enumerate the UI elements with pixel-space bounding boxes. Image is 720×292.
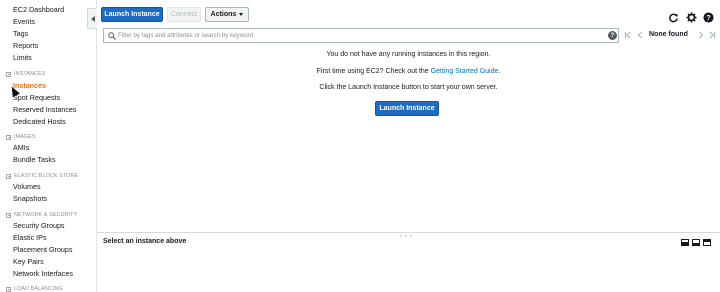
getting-started-guide-link[interactable]: Getting Started Guide — [431, 68, 499, 75]
launch-instance-center-button[interactable]: Launch Instance — [375, 101, 439, 116]
sidebar-item-volumes[interactable]: Volumes — [13, 182, 41, 191]
sidebar-section-instances[interactable]: INSTANCES — [6, 71, 45, 77]
collapse-icon — [6, 212, 11, 218]
sidebar-item-bundle-tasks[interactable]: Bundle Tasks — [13, 155, 56, 164]
sidebar-item-dedicated-hosts[interactable]: Dedicated Hosts — [13, 117, 66, 126]
sidebar-section-ebs[interactable]: ELASTIC BLOCK STORE — [6, 173, 78, 179]
chevron-left-icon — [90, 15, 95, 22]
sidebar-item-reserved-instances[interactable]: Reserved Instances — [13, 105, 77, 114]
svg-text:?: ? — [706, 13, 711, 22]
previous-page-icon[interactable] — [636, 31, 644, 39]
layout-top-pane-icon[interactable] — [703, 239, 711, 246]
help-icon[interactable]: ? — [703, 12, 714, 23]
toolbar: Launch Instance Connect Actions ? — [97, 0, 720, 28]
section-title: ELASTIC BLOCK STORE — [14, 173, 79, 179]
filter-help-icon[interactable]: ? — [608, 31, 617, 40]
filter-bar: ? None found — [103, 28, 720, 43]
sidebar-item-limits[interactable]: Limits — [13, 53, 32, 62]
connect-button[interactable]: Connect — [167, 7, 201, 22]
next-page-icon[interactable] — [697, 31, 705, 39]
sidebar-item-events[interactable]: Events — [13, 17, 35, 26]
section-title: IMAGES — [14, 134, 36, 140]
search-icon — [108, 32, 116, 40]
last-page-icon[interactable] — [708, 31, 716, 39]
layout-split-pane-icon[interactable] — [692, 239, 700, 246]
sidebar-item-ec2-dashboard[interactable]: EC2 Dashboard — [13, 5, 64, 14]
collapse-icon — [6, 71, 11, 77]
gear-icon[interactable] — [686, 12, 697, 23]
sidebar-item-placement-groups[interactable]: Placement Groups — [13, 245, 73, 254]
actions-dropdown[interactable]: Actions — [205, 7, 249, 22]
getting-started-message: First time using EC2? Check out the Gett… — [97, 68, 720, 75]
getting-started-prefix: First time using EC2? Check out the — [316, 68, 429, 75]
sidebar-item-key-pairs[interactable]: Key Pairs — [13, 257, 44, 266]
launch-hint-message: Click the Launch Instance button to star… — [319, 84, 498, 91]
getting-started-suffix: . — [498, 68, 501, 75]
layout-bottom-pane-icon[interactable] — [681, 239, 689, 246]
sidebar-nav: EC2 Dashboard Events Tags Reports Limits… — [0, 0, 97, 292]
sidebar-section-load-balancing[interactable]: LOAD BALANCING — [6, 286, 63, 292]
sidebar-item-amis[interactable]: AMIs — [13, 143, 29, 152]
section-title: NETWORK & SECURITY — [14, 212, 78, 218]
search-field: ? — [103, 28, 619, 43]
collapse-icon — [6, 286, 11, 292]
collapse-icon — [6, 134, 11, 140]
details-pane-title: Select an instance above — [103, 238, 187, 245]
sidebar-item-spot-requests[interactable]: Spot Requests — [13, 93, 60, 102]
collapse-icon — [6, 173, 11, 179]
caret-down-icon — [239, 13, 244, 16]
sidebar-item-tags[interactable]: Tags — [13, 29, 28, 38]
section-title: LOAD BALANCING — [14, 286, 63, 292]
actions-label: Actions — [210, 11, 237, 18]
sidebar-item-security-groups[interactable]: Security Groups — [13, 221, 65, 230]
sidebar-collapse-button[interactable] — [87, 8, 97, 29]
ec2-console: EC2 Dashboard Events Tags Reports Limits… — [0, 0, 720, 292]
sidebar-item-snapshots[interactable]: Snapshots — [13, 194, 47, 203]
first-page-icon[interactable] — [624, 31, 632, 39]
refresh-icon[interactable] — [668, 12, 679, 23]
sidebar-section-images[interactable]: IMAGES — [6, 134, 36, 140]
sidebar-item-instances[interactable]: Instances — [13, 81, 46, 90]
launch-instance-button[interactable]: Launch Instance — [101, 7, 163, 22]
sidebar-item-reports[interactable]: Reports — [13, 41, 38, 50]
split-divider[interactable] — [97, 232, 720, 233]
sidebar-item-elastic-ips[interactable]: Elastic IPs — [13, 233, 47, 242]
pager-status: None found — [649, 31, 688, 38]
sidebar-item-network-interfaces[interactable]: Network Interfaces — [13, 269, 73, 278]
sidebar-section-network-security[interactable]: NETWORK & SECURITY — [6, 212, 77, 218]
section-title: INSTANCES — [14, 71, 46, 77]
resize-grip-icon[interactable]: • • • — [400, 234, 412, 240]
no-instances-message: You do not have any running instances in… — [326, 51, 491, 58]
search-input[interactable] — [118, 30, 598, 41]
